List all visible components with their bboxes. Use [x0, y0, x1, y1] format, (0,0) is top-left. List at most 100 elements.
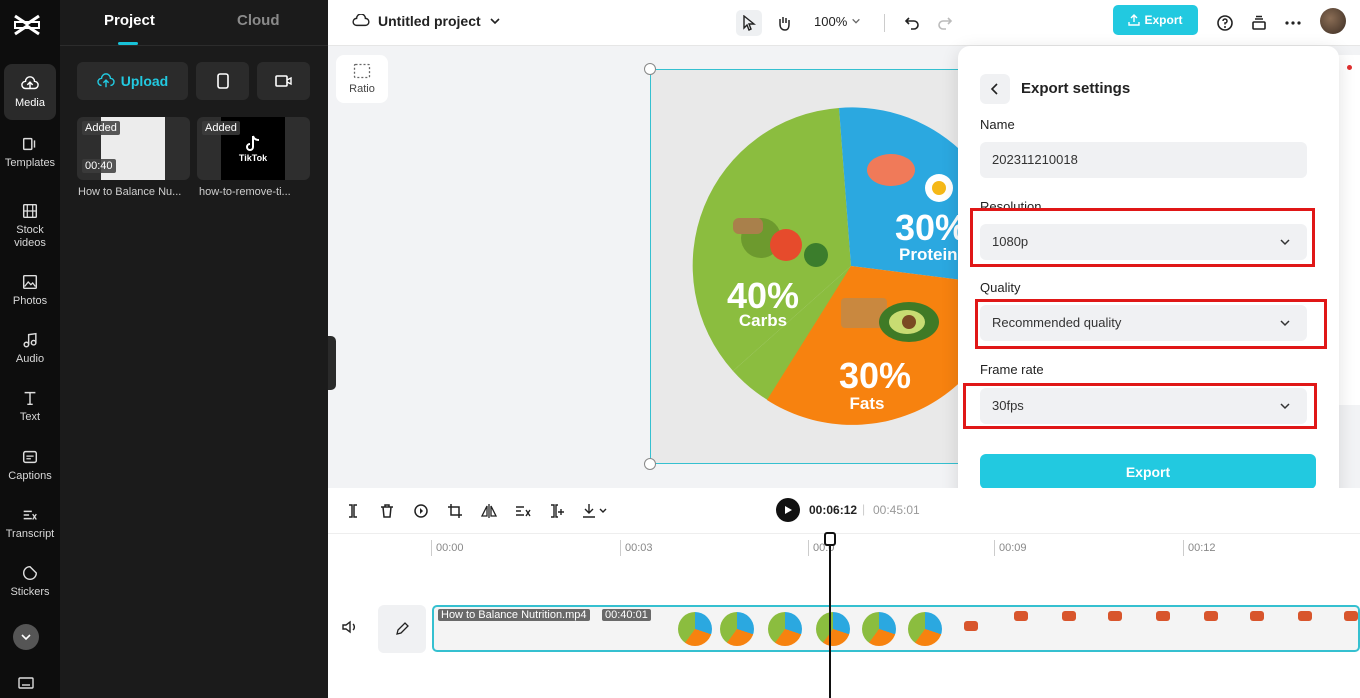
media-thumb-2[interactable]: TikTok Added	[197, 117, 310, 180]
transcript-icon	[516, 506, 531, 517]
right-properties-strip	[1338, 55, 1360, 405]
transcript-tool-button[interactable]	[512, 500, 534, 522]
ruler-tick: 00:09	[994, 540, 1027, 556]
music-note-icon	[23, 332, 37, 347]
trash-icon	[381, 504, 393, 518]
help-button[interactable]	[1212, 10, 1238, 36]
clip-frame-thumb	[720, 612, 754, 646]
rail-photos[interactable]: Photos	[0, 262, 60, 318]
zoom-value: 100%	[814, 14, 848, 29]
rail-templates[interactable]: Templates	[0, 124, 60, 180]
cloud-upload-icon	[21, 75, 39, 89]
back-button[interactable]	[980, 74, 1010, 104]
crop-button[interactable]	[444, 500, 466, 522]
text-icon	[24, 391, 36, 405]
rail-stickers[interactable]: Stickers	[0, 553, 60, 609]
play-button[interactable]	[776, 498, 800, 522]
track-edit-button[interactable]	[378, 605, 426, 653]
sticker-icon	[22, 565, 38, 580]
ruler-tick: 00:12	[1183, 540, 1216, 556]
carbs-label: Carbs	[739, 311, 787, 330]
highlight-resolution	[970, 208, 1315, 267]
tab-cloud[interactable]: Cloud	[237, 12, 280, 29]
rail-captions[interactable]: Captions	[0, 437, 60, 493]
clip-frame-thumb	[1204, 611, 1218, 621]
download-button[interactable]	[580, 500, 610, 522]
rail-media[interactable]: Media	[4, 64, 56, 120]
notification-dot	[1347, 65, 1352, 70]
more-menu-button[interactable]	[1280, 10, 1306, 36]
record-button[interactable]	[257, 62, 310, 100]
tab-project[interactable]: Project	[104, 12, 155, 29]
keyboard-icon[interactable]	[18, 676, 34, 695]
media-caption-1: How to Balance Nu...	[78, 186, 182, 198]
panel-collapse-handle[interactable]	[328, 336, 336, 390]
play-icon	[785, 506, 792, 514]
flip-button[interactable]	[478, 500, 500, 522]
resize-handle-bl[interactable]	[644, 458, 656, 470]
rail-stock-videos[interactable]: Stock videos	[0, 196, 60, 256]
export-top-button[interactable]: Export	[1113, 5, 1198, 35]
playhead[interactable]	[829, 534, 831, 698]
top-bar: Untitled project 100% Export	[328, 0, 1360, 46]
rail-transcript[interactable]: Transcript	[0, 495, 60, 551]
ruler-tick: 00:00	[431, 540, 464, 556]
redo-icon	[938, 17, 953, 30]
project-name: Untitled project	[378, 13, 481, 29]
tiktok-logo-icon	[246, 135, 260, 151]
chevron-down-icon	[852, 18, 860, 24]
freeze-button[interactable]	[546, 500, 568, 522]
hand-tool[interactable]	[771, 10, 797, 36]
media-thumb-1[interactable]: Added 00:40	[77, 117, 190, 180]
clip-frame-thumb	[1108, 611, 1122, 621]
rail-text[interactable]: Text	[0, 378, 60, 434]
clip-frame-thumb	[768, 612, 802, 646]
carbs-percent: 40%	[727, 275, 799, 316]
rail-media-label: Media	[15, 96, 45, 109]
track-mute-button[interactable]	[342, 620, 358, 639]
ratio-button[interactable]: Ratio	[336, 55, 388, 103]
chevron-left-icon	[990, 83, 998, 95]
rail-transcript-label: Transcript	[5, 527, 55, 540]
captions-icon	[22, 450, 38, 463]
phone-upload-button[interactable]	[196, 62, 249, 100]
fats-percent: 30%	[839, 355, 911, 396]
more-tools-button[interactable]	[13, 624, 39, 650]
resize-handle-tl[interactable]	[644, 63, 656, 75]
tiktok-wordmark: TikTok	[238, 152, 268, 163]
ratio-icon	[353, 63, 371, 79]
rail-audio[interactable]: Audio	[0, 320, 60, 376]
speed-button[interactable]	[410, 500, 432, 522]
phone-icon	[216, 73, 229, 89]
highlight-framerate	[963, 383, 1317, 429]
cursor-icon	[743, 15, 756, 31]
zoom-select[interactable]: 100%	[814, 14, 861, 29]
speaker-icon	[342, 620, 355, 634]
more-dots-icon	[1285, 21, 1301, 25]
name-field[interactable]: 202311210018	[980, 142, 1307, 178]
clip-frame-thumb	[1344, 611, 1358, 621]
media-caption-2: how-to-remove-ti...	[199, 186, 291, 198]
upload-button[interactable]: Upload	[77, 62, 188, 100]
project-title[interactable]: Untitled project	[352, 13, 501, 29]
flip-icon	[481, 504, 497, 518]
playhead-handle[interactable]	[824, 532, 836, 546]
highlight-quality	[975, 299, 1327, 349]
left-rail: Media Templates Stock videos Photos Audi…	[0, 0, 60, 698]
redo-button[interactable]	[932, 10, 958, 36]
delete-button[interactable]	[376, 500, 398, 522]
pencil-icon	[396, 622, 409, 635]
media-panel: Project Cloud Upload Added 00:40 How to …	[60, 0, 328, 698]
split-button[interactable]	[342, 500, 364, 522]
undo-button[interactable]	[899, 10, 925, 36]
clip-frame-thumb	[678, 612, 712, 646]
clip-frame-thumb	[1062, 611, 1076, 621]
avatar[interactable]	[1320, 8, 1346, 34]
clip-frame-thumb	[1156, 611, 1170, 621]
export-button[interactable]: Export	[980, 454, 1316, 489]
capcut-logo[interactable]	[12, 10, 42, 40]
video-clip[interactable]: How to Balance Nutrition.mp4 00:40:01	[432, 605, 1360, 652]
storage-button[interactable]	[1246, 10, 1272, 36]
rail-captions-label: Captions	[8, 469, 52, 482]
select-tool[interactable]	[736, 10, 762, 36]
